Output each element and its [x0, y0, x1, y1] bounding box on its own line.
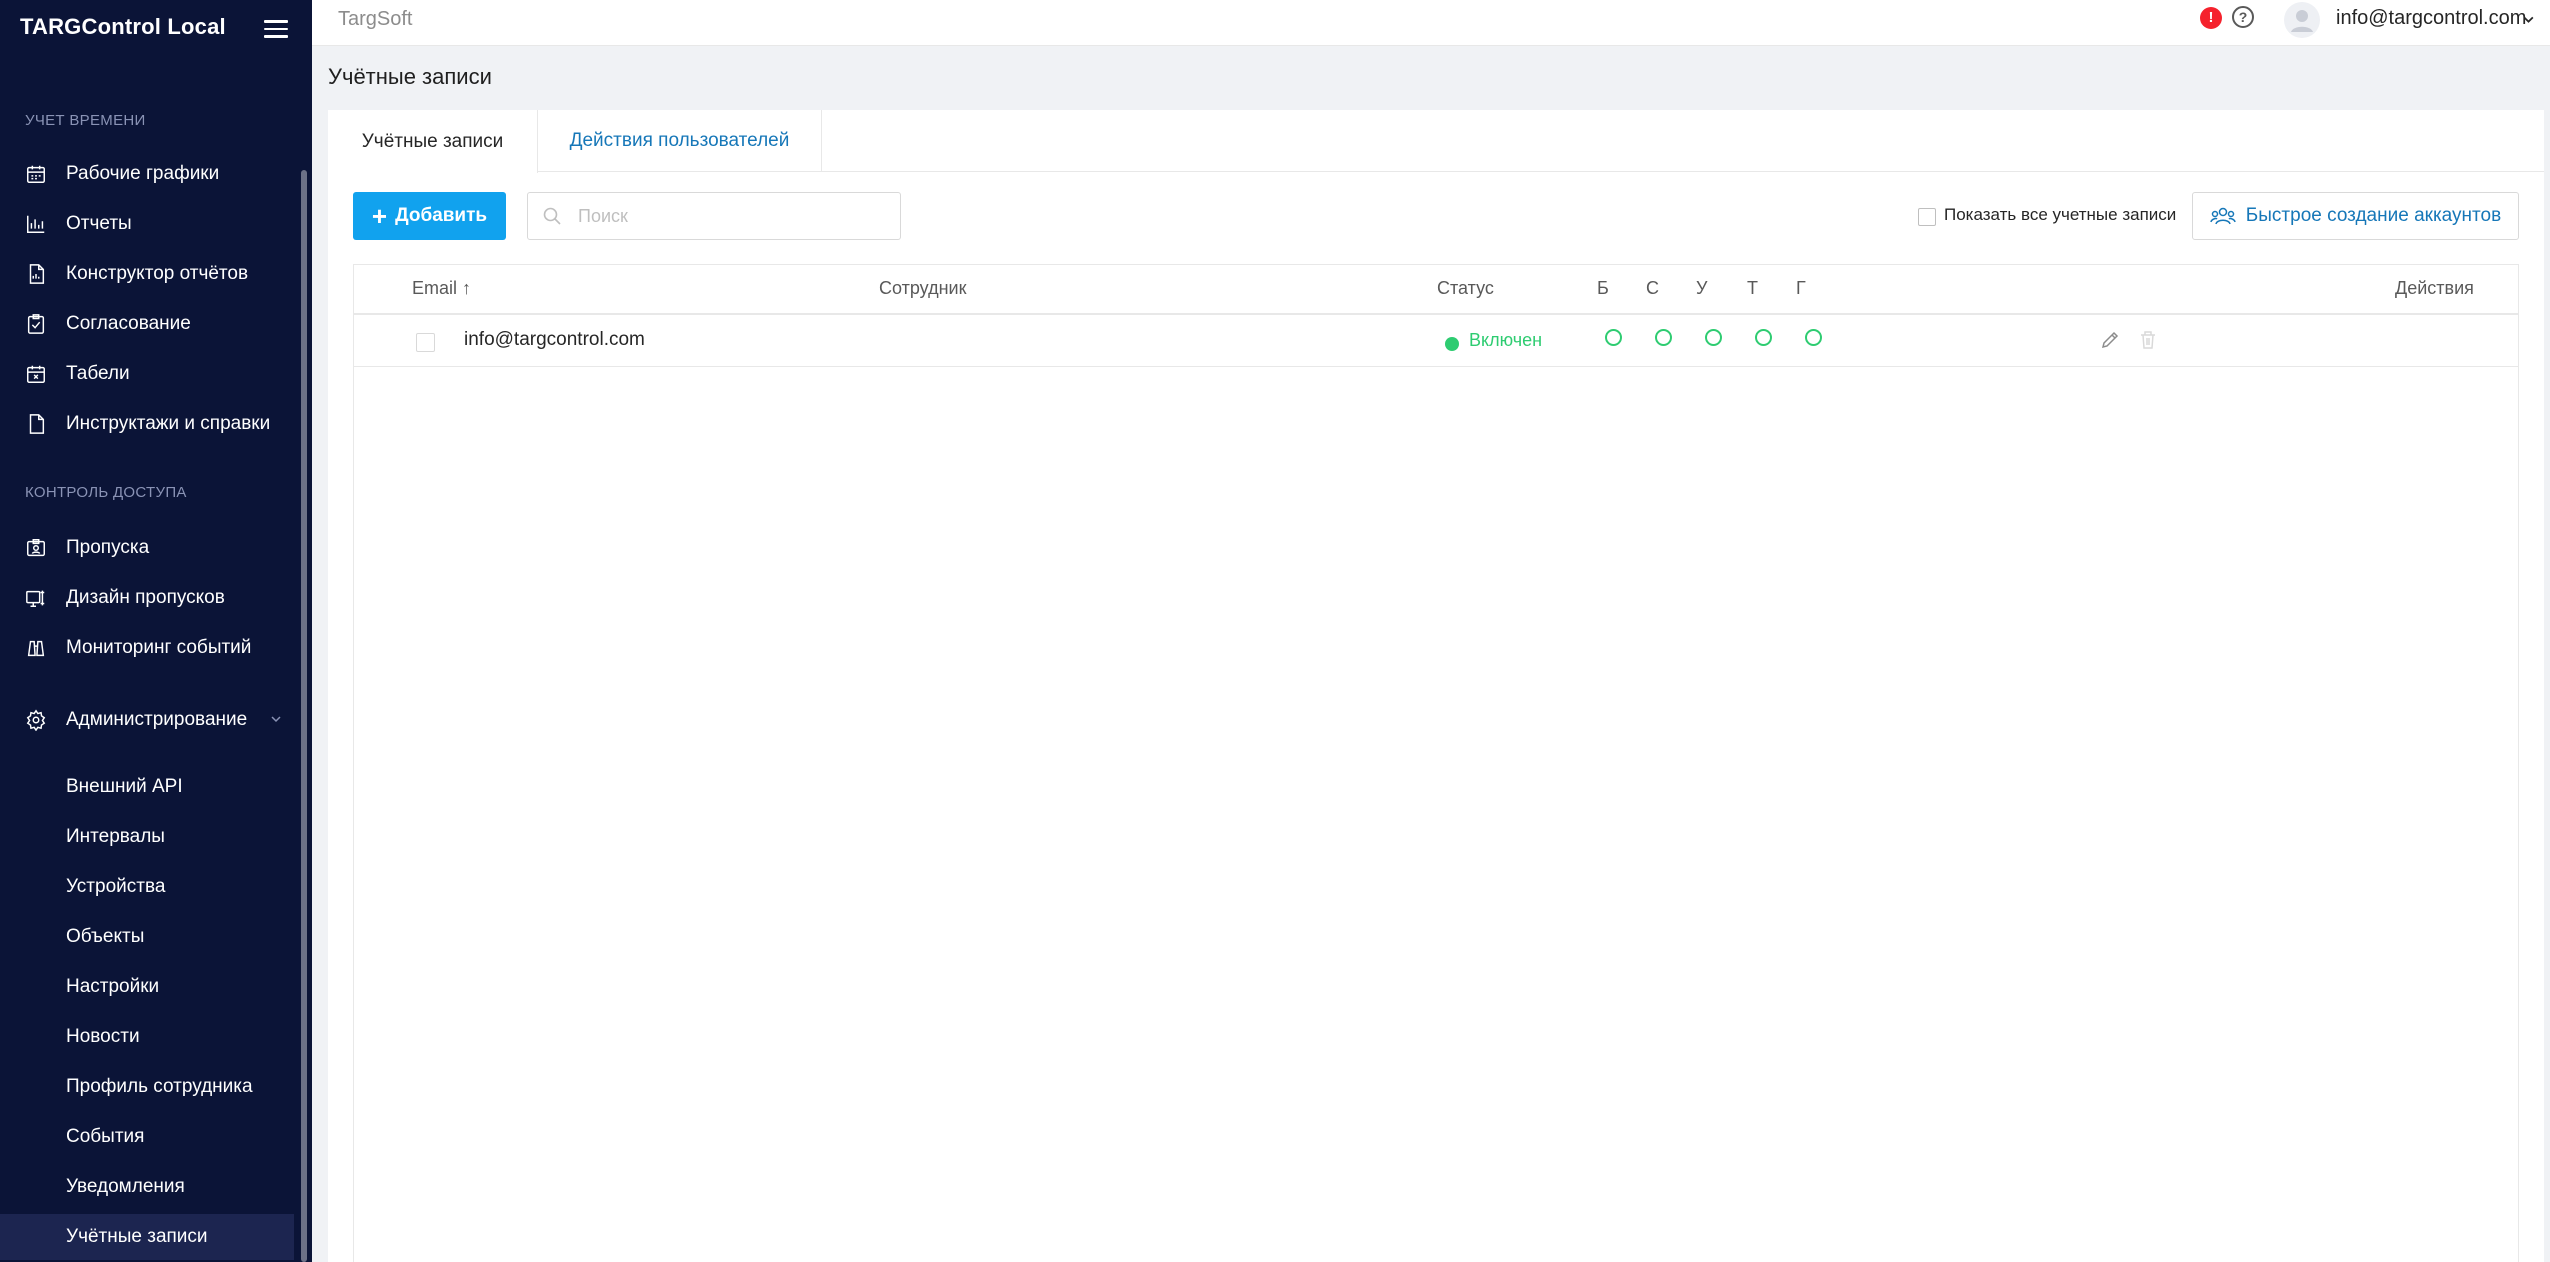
search-input[interactable]	[578, 203, 878, 229]
column-perm-b: Б	[1597, 278, 1609, 298]
accounts-card: Учётные записи Действия пользователей + …	[328, 110, 2544, 1262]
sidebar: TARGControl Local УЧЕТ ВРЕМЕНИ Рабочие г…	[0, 0, 312, 1262]
accounts-table: Email ↑ Сотрудник Статус Б С У Т Г Дейст…	[353, 264, 2519, 1262]
page-title: Учётные записи	[328, 64, 492, 89]
perm-g-indicator-icon	[1805, 329, 1822, 346]
perm-b-indicator-icon	[1605, 329, 1622, 346]
sidebar-item-event-monitoring[interactable]: Мониторинг событий	[0, 625, 294, 671]
sidebar-item-passes[interactable]: Пропуска	[0, 525, 294, 571]
calendar-icon	[25, 163, 47, 185]
column-actions: Действия	[2395, 278, 2474, 298]
column-status[interactable]: Статус	[1437, 278, 1494, 299]
sidebar-item-label: Дизайн пропусков	[66, 587, 225, 608]
column-employee[interactable]: Сотрудник	[879, 278, 966, 299]
chevron-down-icon[interactable]	[2522, 13, 2535, 26]
sidebar-item-accounts[interactable]: Учётные записи	[0, 1214, 294, 1260]
sidebar-item-work-schedules[interactable]: Рабочие графики	[0, 151, 294, 197]
tab-accounts[interactable]: Учётные записи	[328, 110, 538, 173]
column-email[interactable]: Email ↑	[412, 278, 471, 299]
add-button[interactable]: + Добавить	[353, 192, 506, 240]
chevron-down-icon	[271, 716, 281, 723]
table-header: Email ↑ Сотрудник Статус Б С У Т Г Дейст…	[354, 265, 2518, 315]
sidebar-item-label: Конструктор отчётов	[66, 263, 249, 284]
sidebar-item-label: Пропуска	[66, 537, 150, 558]
column-perm-t: Т	[1747, 278, 1758, 298]
sidebar-item-label: Администрирование	[66, 709, 248, 730]
sidebar-item-external-api[interactable]: Внешний API	[0, 764, 294, 810]
sidebar-item-settings[interactable]: Настройки	[0, 964, 294, 1010]
status-badge: Включен	[1469, 330, 1543, 350]
search-box[interactable]	[527, 192, 901, 240]
tab-user-actions[interactable]: Действия пользователей	[538, 110, 822, 172]
sidebar-item-employee-profile[interactable]: Профиль сотрудника	[0, 1064, 294, 1110]
sidebar-item-administration[interactable]: Администрирование	[0, 697, 294, 743]
edit-icon[interactable]	[2100, 330, 2120, 350]
perm-s-indicator-icon	[1655, 329, 1672, 346]
add-button-label: Добавить	[395, 205, 488, 226]
timesheet-icon	[25, 363, 47, 385]
column-perm-u: У	[1696, 278, 1708, 298]
company-name: TargSoft	[338, 8, 413, 30]
alert-icon[interactable]: !	[2200, 7, 2222, 29]
row-checkbox[interactable]	[416, 333, 435, 352]
sidebar-item-label: Мониторинг событий	[66, 637, 252, 658]
sidebar-item-reports[interactable]: Отчеты	[0, 201, 294, 247]
sidebar-item-label: Инструктажи и справки	[66, 413, 271, 434]
show-all-checkbox[interactable]	[1918, 208, 1936, 226]
sidebar-item-events[interactable]: События	[0, 1114, 294, 1160]
sidebar-item-devices[interactable]: Устройства	[0, 864, 294, 910]
column-perm-s: С	[1646, 278, 1659, 298]
tab-bar: Учётные записи Действия пользователей	[328, 110, 2544, 173]
sidebar-scrollbar[interactable]	[301, 170, 307, 1262]
badge-design-icon	[25, 587, 47, 609]
column-perm-g: Г	[1796, 278, 1806, 298]
avatar[interactable]	[2284, 2, 2320, 38]
search-icon	[543, 207, 561, 225]
bar-chart-icon	[25, 213, 47, 235]
sidebar-item-label: Табели	[66, 363, 130, 384]
binoculars-icon	[25, 637, 47, 659]
app-brand: TARGControl Local	[20, 14, 226, 39]
status-dot-icon	[1445, 337, 1459, 351]
perm-t-indicator-icon	[1755, 329, 1772, 346]
sidebar-item-news[interactable]: Новости	[0, 1014, 294, 1060]
menu-toggle-icon[interactable]	[264, 20, 288, 38]
sidebar-item-timesheets[interactable]: Табели	[0, 351, 294, 397]
checked-clipboard-icon	[25, 313, 47, 335]
section-time-tracking: УЧЕТ ВРЕМЕНИ	[25, 112, 146, 129]
gear-icon	[25, 709, 47, 731]
sidebar-item-report-builder[interactable]: Конструктор отчётов	[0, 251, 294, 297]
show-all-label[interactable]: Показать все учетные записи	[1944, 205, 2176, 225]
top-bar: TargSoft ! ? info@targcontrol.com	[312, 0, 2550, 46]
plus-icon: +	[371, 201, 388, 231]
user-menu[interactable]: info@targcontrol.com	[2336, 7, 2526, 30]
section-access-control: КОНТРОЛЬ ДОСТУПА	[25, 484, 187, 501]
sidebar-item-briefings[interactable]: Инструктажи и справки	[0, 401, 294, 447]
sidebar-item-label: Согласование	[66, 313, 191, 334]
sidebar-item-approval[interactable]: Согласование	[0, 301, 294, 347]
sidebar-item-intervals[interactable]: Интервалы	[0, 814, 294, 860]
sidebar-item-label: Рабочие графики	[66, 163, 220, 184]
sidebar-item-objects[interactable]: Объекты	[0, 914, 294, 960]
cell-email: info@targcontrol.com	[464, 329, 645, 350]
sidebar-item-notifications[interactable]: Уведомления	[0, 1164, 294, 1210]
users-icon	[2210, 207, 2236, 225]
help-icon[interactable]: ?	[2232, 6, 2254, 28]
badge-icon	[25, 537, 47, 559]
quick-create-label: Быстрое создание аккаунтов	[2245, 205, 2502, 226]
quick-create-accounts-button[interactable]: Быстрое создание аккаунтов	[2192, 192, 2519, 240]
table-row[interactable]: info@targcontrol.com Включен	[354, 317, 2518, 367]
report-builder-icon	[25, 263, 47, 285]
sidebar-item-pass-design[interactable]: Дизайн пропусков	[0, 575, 294, 621]
document-icon	[25, 413, 47, 435]
sidebar-item-label: Отчеты	[66, 213, 132, 234]
delete-icon[interactable]	[2139, 330, 2157, 350]
perm-u-indicator-icon	[1705, 329, 1722, 346]
